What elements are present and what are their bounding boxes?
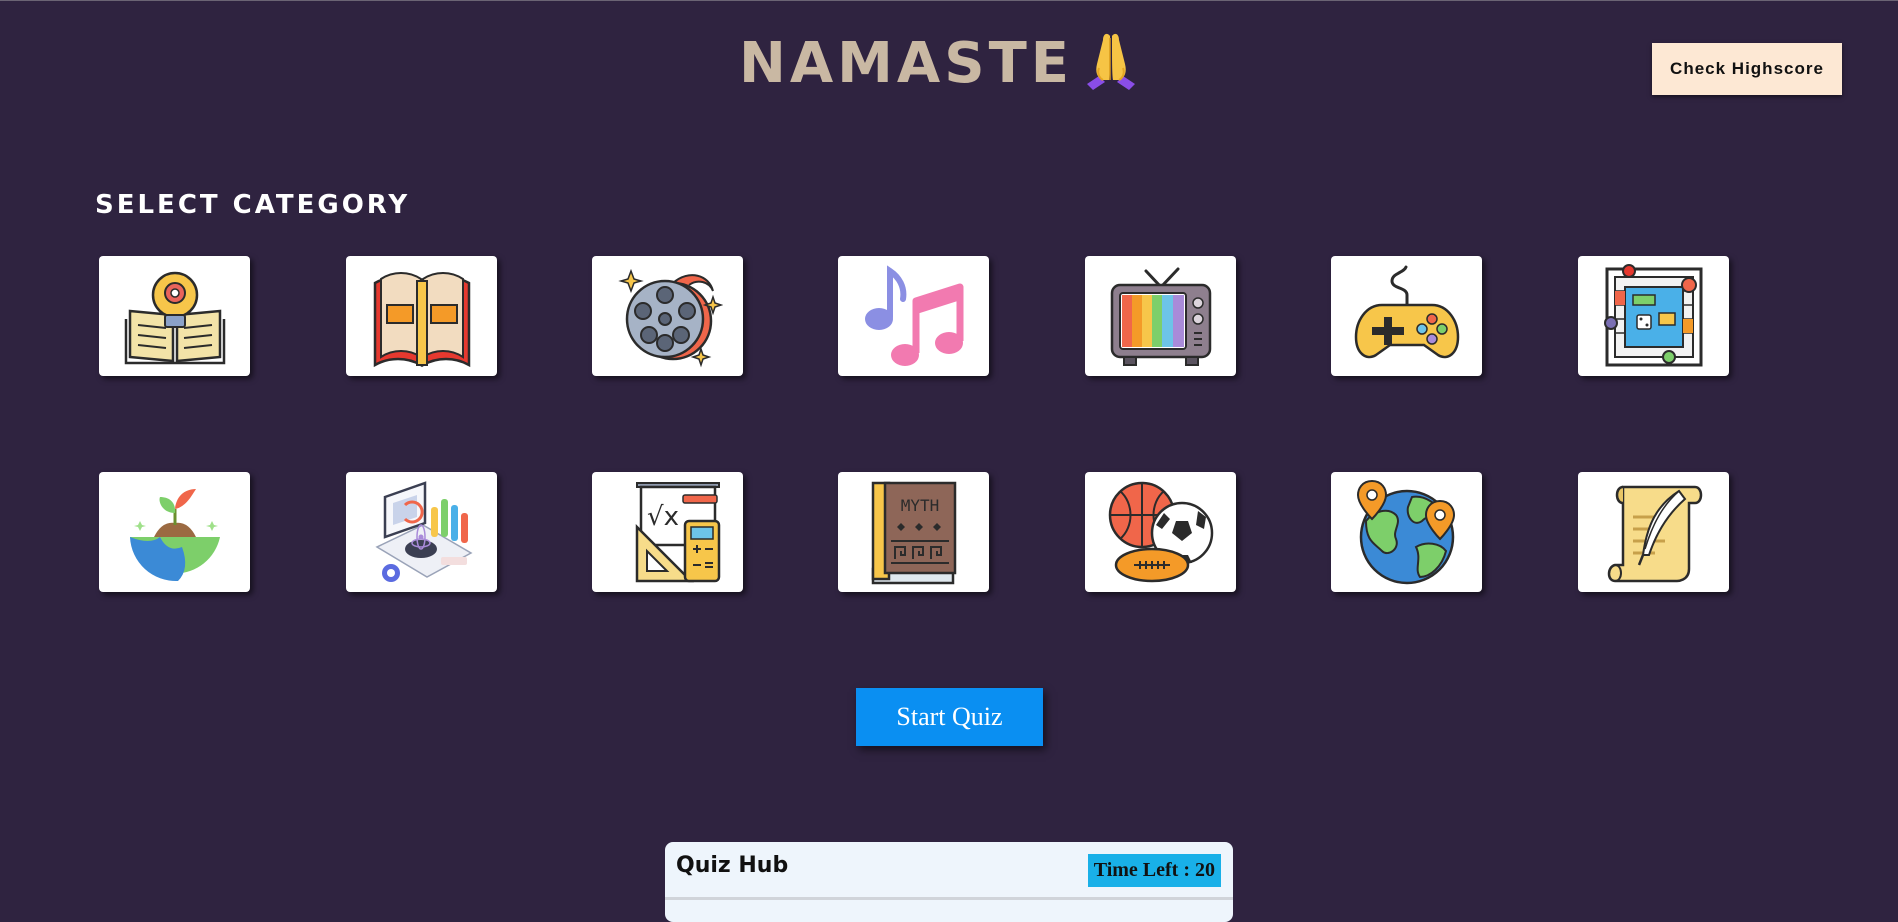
science-nature-icon	[129, 489, 220, 582]
category-card-history[interactable]	[1578, 472, 1729, 592]
start-quiz-button[interactable]: Start Quiz	[856, 688, 1043, 746]
computers-icon	[374, 481, 473, 582]
category-card-books[interactable]	[346, 256, 497, 376]
history-icon	[1607, 485, 1702, 583]
timer-badge: Time Left : 20	[1087, 854, 1221, 887]
category-card-geography[interactable]	[1331, 472, 1482, 592]
quiz-panel: Quiz Hub Time Left : 20	[665, 842, 1233, 922]
check-highscore-button[interactable]: Check Highscore	[1652, 43, 1842, 95]
film-icon	[617, 268, 723, 368]
board-games-icon	[1603, 264, 1702, 367]
page-title: NAMASTE	[0, 28, 1880, 106]
video-games-icon	[1354, 265, 1459, 359]
quiz-title: Quiz Hub	[676, 853, 789, 878]
music-icon	[864, 265, 963, 366]
mathematics-icon: √x	[635, 482, 720, 583]
category-card-science-nature[interactable]	[99, 472, 250, 592]
myth-label: MYTH	[900, 496, 939, 515]
svg-text:√x: √x	[647, 502, 679, 532]
category-card-general-knowledge[interactable]	[99, 256, 250, 376]
sports-icon	[1108, 481, 1213, 583]
category-card-mathematics[interactable]: √x	[592, 472, 743, 592]
general-knowledge-icon	[124, 271, 225, 365]
television-icon	[1110, 267, 1211, 366]
category-card-music[interactable]	[838, 256, 989, 376]
category-card-computers[interactable]	[346, 472, 497, 592]
geography-icon	[1356, 479, 1455, 585]
category-card-television[interactable]	[1085, 256, 1236, 376]
category-card-board-games[interactable]	[1578, 256, 1729, 376]
category-card-video-games[interactable]	[1331, 256, 1482, 376]
select-category-heading: SELECT CATEGORY	[95, 190, 411, 220]
category-card-film[interactable]	[592, 256, 743, 376]
top-border	[0, 0, 1898, 1]
folded-hands-icon	[1081, 28, 1141, 106]
title-text: NAMASTE	[738, 31, 1074, 96]
books-icon	[373, 272, 470, 368]
mythology-icon: MYTH	[871, 481, 956, 585]
category-card-mythology[interactable]: MYTH	[838, 472, 989, 592]
category-card-sports[interactable]	[1085, 472, 1236, 592]
quiz-divider	[665, 897, 1233, 900]
